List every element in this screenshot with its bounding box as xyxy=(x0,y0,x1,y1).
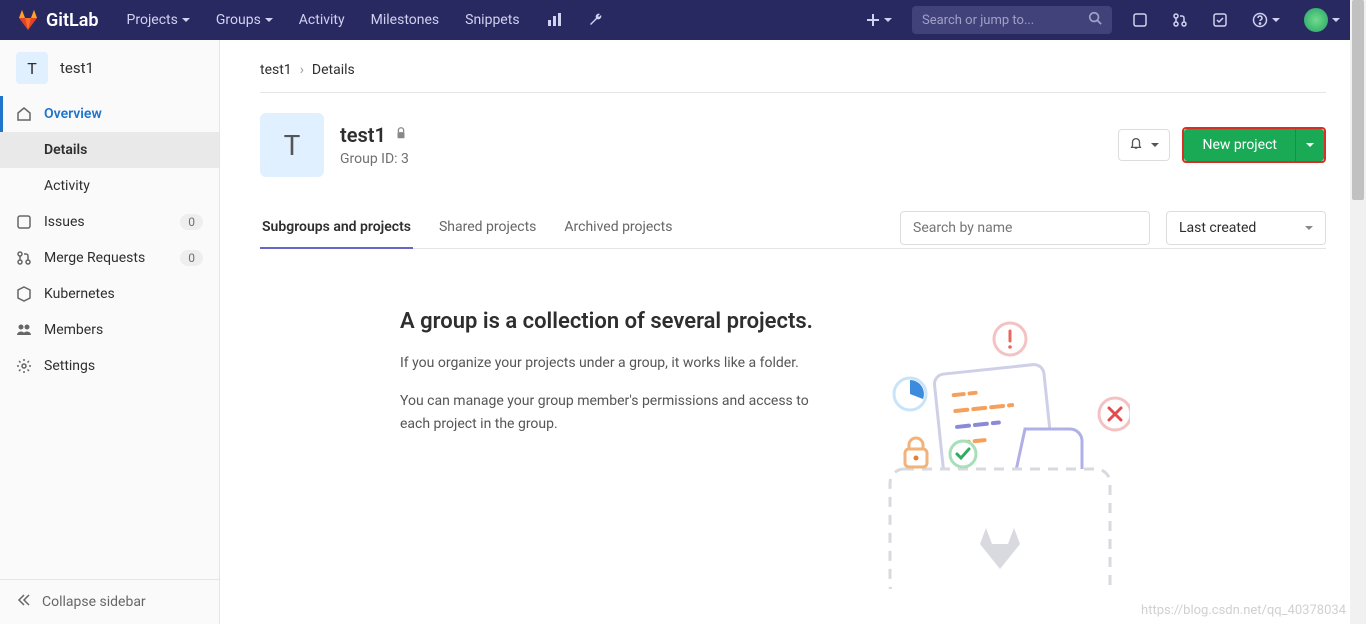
breadcrumb-current: Details xyxy=(312,62,355,78)
user-menu[interactable] xyxy=(1294,2,1350,38)
members-icon xyxy=(16,322,32,338)
sidebar-item-label: Details xyxy=(44,142,87,158)
sidebar-item-label: Kubernetes xyxy=(44,286,115,302)
count-badge: 0 xyxy=(180,250,203,266)
collapse-icon xyxy=(16,592,32,612)
chevron-down-icon xyxy=(1151,143,1159,147)
issues-icon xyxy=(16,214,32,230)
gitlab-icon xyxy=(16,8,40,32)
group-actions: New project xyxy=(1118,127,1326,163)
empty-paragraph: You can manage your group member's permi… xyxy=(400,390,830,435)
nav-milestones[interactable]: Milestones xyxy=(361,6,450,34)
nav-chart-icon[interactable] xyxy=(536,6,572,34)
notifications-dropdown[interactable] xyxy=(1118,129,1170,161)
new-project-button[interactable]: New project xyxy=(1184,129,1295,161)
sidebar-context[interactable]: T test1 xyxy=(0,40,219,96)
brand-text: GitLab xyxy=(46,10,99,31)
tab-archived-projects[interactable]: Archived projects xyxy=(562,207,674,249)
group-title: test1 xyxy=(340,123,386,147)
empty-illustration xyxy=(870,309,1130,569)
search-input[interactable] xyxy=(922,13,1088,28)
tab-shared-projects[interactable]: Shared projects xyxy=(437,207,538,249)
empty-state-text: A group is a collection of several proje… xyxy=(400,309,830,451)
nav-merge-requests-icon[interactable] xyxy=(1162,6,1198,34)
top-navbar: GitLab Projects Groups Activity Mileston… xyxy=(0,0,1366,40)
sidebar-item-label: Members xyxy=(44,322,103,338)
merge-request-icon xyxy=(16,250,32,266)
breadcrumb: test1 › Details xyxy=(260,56,1326,92)
sidebar-item-label: Activity xyxy=(44,178,90,194)
collapse-sidebar[interactable]: Collapse sidebar xyxy=(0,579,219,624)
main-content: test1 › Details T test1 Group ID: 3 xyxy=(220,40,1366,624)
breadcrumb-separator: › xyxy=(300,62,304,78)
chevron-down-icon xyxy=(1332,18,1340,22)
search-icon xyxy=(1088,11,1102,29)
sidebar: T test1 Overview Details Activity Issues… xyxy=(0,40,220,624)
kubernetes-icon xyxy=(16,286,32,302)
collapse-label: Collapse sidebar xyxy=(42,594,146,610)
empty-state: A group is a collection of several proje… xyxy=(260,249,1326,569)
group-avatar: T xyxy=(260,113,324,177)
chevron-down-icon xyxy=(884,18,892,22)
group-id: Group ID: 3 xyxy=(340,151,1102,167)
filter-input[interactable] xyxy=(900,211,1150,245)
sidebar-item-label: Issues xyxy=(44,214,85,230)
group-meta: test1 Group ID: 3 xyxy=(340,123,1102,167)
chevron-down-icon xyxy=(265,18,273,22)
chevron-down-icon xyxy=(1306,143,1314,147)
sidebar-item-kubernetes[interactable]: Kubernetes xyxy=(0,276,219,312)
chevron-down-icon xyxy=(1305,226,1313,230)
nav-wrench-icon[interactable] xyxy=(578,6,614,34)
chevron-down-icon xyxy=(1272,18,1280,22)
nav-help-icon[interactable] xyxy=(1242,6,1290,34)
sidebar-item-issues[interactable]: Issues 0 xyxy=(0,204,219,240)
sidebar-item-label: Overview xyxy=(44,106,102,122)
sidebar-item-merge-requests[interactable]: Merge Requests 0 xyxy=(0,240,219,276)
sidebar-item-label: Settings xyxy=(44,358,95,374)
sidebar-item-activity[interactable]: Activity xyxy=(0,168,219,204)
tabs: Subgroups and projects Shared projects A… xyxy=(260,207,884,249)
sidebar-nav: Overview Details Activity Issues 0 Merge… xyxy=(0,96,219,579)
avatar xyxy=(1304,8,1328,32)
group-header: T test1 Group ID: 3 New project xyxy=(260,93,1326,197)
sidebar-item-settings[interactable]: Settings xyxy=(0,348,219,384)
nav-groups[interactable]: Groups xyxy=(206,6,283,34)
tabs-row: Subgroups and projects Shared projects A… xyxy=(260,207,1326,249)
context-avatar: T xyxy=(16,52,48,84)
sort-label: Last created xyxy=(1179,220,1256,236)
bell-icon xyxy=(1129,136,1143,154)
sidebar-item-details[interactable]: Details xyxy=(0,132,219,168)
sidebar-item-members[interactable]: Members xyxy=(0,312,219,348)
sort-dropdown[interactable]: Last created xyxy=(1166,211,1326,245)
sidebar-item-label: Merge Requests xyxy=(44,250,145,266)
watermark: https://blog.csdn.net/qq_40378034 xyxy=(1141,603,1346,618)
global-search[interactable] xyxy=(912,6,1112,34)
breadcrumb-root[interactable]: test1 xyxy=(260,62,292,78)
nav-snippets[interactable]: Snippets xyxy=(455,6,529,34)
lock-icon xyxy=(394,126,408,144)
page-layout: T test1 Overview Details Activity Issues… xyxy=(0,40,1366,624)
gitlab-logo[interactable]: GitLab xyxy=(16,8,99,32)
empty-paragraph: If you organize your projects under a gr… xyxy=(400,352,830,374)
nav-plus-icon[interactable] xyxy=(856,7,902,33)
context-name: test1 xyxy=(60,59,94,77)
chevron-down-icon xyxy=(182,18,190,22)
count-badge: 0 xyxy=(180,214,203,230)
scrollbar[interactable] xyxy=(1350,0,1366,624)
sidebar-item-overview[interactable]: Overview xyxy=(0,96,219,132)
empty-heading: A group is a collection of several proje… xyxy=(400,309,830,334)
nav-todos-icon[interactable] xyxy=(1202,6,1238,34)
gear-icon xyxy=(16,358,32,374)
scrollbar-thumb[interactable] xyxy=(1352,0,1364,200)
new-project-group: New project xyxy=(1182,127,1326,163)
primary-nav: Projects Groups Activity Milestones Snip… xyxy=(117,6,614,34)
nav-right xyxy=(856,2,1350,38)
new-project-dropdown[interactable] xyxy=(1295,129,1324,161)
tab-subgroups-projects[interactable]: Subgroups and projects xyxy=(260,207,413,249)
nav-issues-icon[interactable] xyxy=(1122,6,1158,34)
home-icon xyxy=(16,106,32,122)
nav-activity[interactable]: Activity xyxy=(289,6,355,34)
nav-projects[interactable]: Projects xyxy=(117,6,200,34)
